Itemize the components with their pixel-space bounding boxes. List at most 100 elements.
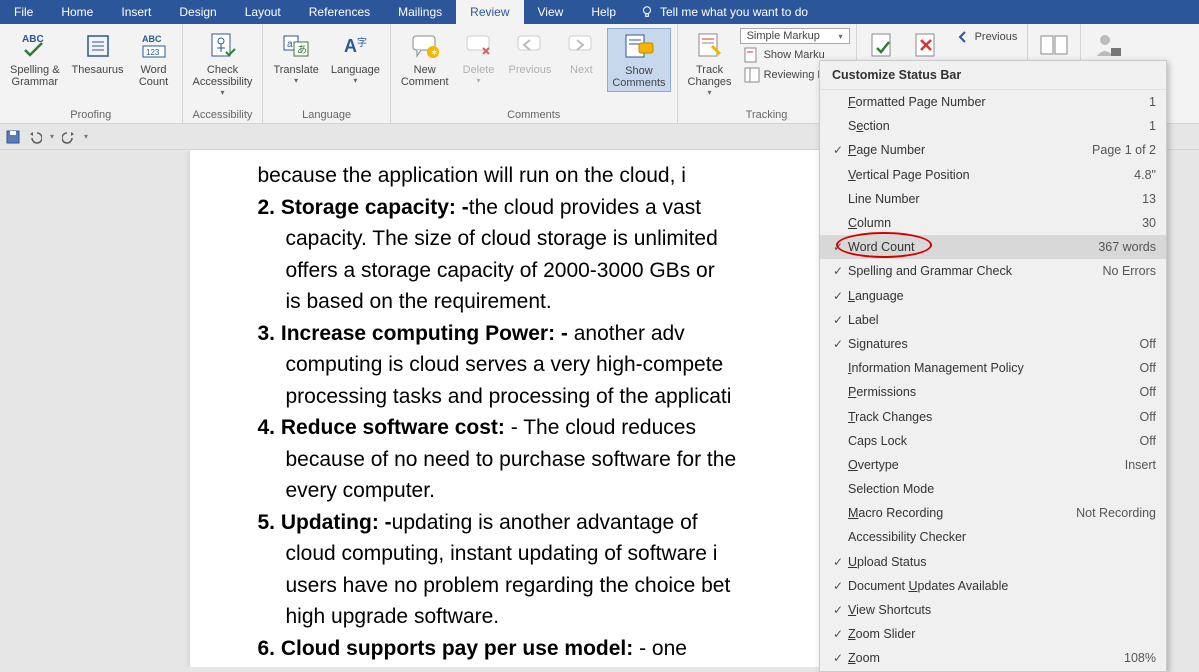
undo-icon[interactable] (28, 130, 42, 144)
next-comment-button[interactable]: Next (559, 28, 603, 78)
status-bar-context-menu: Customize Status Bar Formatted Page Numb… (819, 60, 1167, 672)
delete-comment-button[interactable]: Delete ▾ (457, 28, 501, 87)
statusbar-item-label[interactable]: ✓Label (820, 308, 1166, 332)
tab-design[interactable]: Design (165, 0, 230, 24)
word-count-button[interactable]: ABC123 Word Count (132, 28, 176, 90)
statusbar-item-information-management-policy[interactable]: Information Management PolicyOff (820, 356, 1166, 380)
tab-view[interactable]: View (524, 0, 578, 24)
statusbar-item-upload-status[interactable]: ✓Upload Status (820, 550, 1166, 574)
show-markup-icon (744, 47, 760, 63)
tab-review[interactable]: Review (456, 0, 523, 24)
statusbar-item-zoom-slider[interactable]: ✓Zoom Slider (820, 622, 1166, 646)
translate-label: Translate (273, 64, 318, 76)
statusbar-item-language[interactable]: ✓Language (820, 284, 1166, 308)
qat-customize-icon[interactable]: ▾ (84, 132, 88, 141)
tab-insert[interactable]: Insert (107, 0, 165, 24)
item-value: 13 (1142, 192, 1156, 206)
tell-me[interactable]: Tell me what you want to do (630, 5, 818, 19)
accept-icon (867, 30, 899, 62)
statusbar-item-track-changes[interactable]: Track ChangesOff (820, 404, 1166, 428)
item-label: Zoom (848, 651, 1124, 665)
statusbar-item-vertical-page-position[interactable]: Vertical Page Position4.8" (820, 163, 1166, 187)
item-label: Permissions (848, 385, 1140, 399)
item-value: Off (1140, 410, 1156, 424)
thesaurus-label: Thesaurus (72, 64, 124, 76)
language-button[interactable]: A字 Language ▾ (327, 28, 384, 87)
svg-text:✶: ✶ (430, 48, 438, 59)
previous-comment-button[interactable]: Previous (505, 28, 556, 78)
new-comment-icon: ✶ (409, 30, 441, 62)
item-label: Track Changes (848, 410, 1140, 424)
item-value: Insert (1125, 458, 1156, 472)
spelling-label: Spelling & Grammar (10, 64, 60, 88)
previous-change-button[interactable]: Previous (951, 28, 1022, 46)
next-comment-icon (565, 30, 597, 62)
tab-help[interactable]: Help (577, 0, 630, 24)
item-value: 4.8" (1134, 168, 1156, 182)
group-accessibility: Check Accessibility ▾ Accessibility (183, 24, 264, 123)
statusbar-item-line-number[interactable]: Line Number13 (820, 187, 1166, 211)
item-label: Zoom Slider (848, 627, 1156, 641)
compare-icon (1038, 30, 1070, 62)
spelling-grammar-button[interactable]: ABC Spelling & Grammar (6, 28, 64, 90)
statusbar-item-accessibility-checker[interactable]: Accessibility Checker (820, 525, 1166, 549)
thesaurus-icon (82, 30, 114, 62)
statusbar-item-section[interactable]: Section1 (820, 114, 1166, 138)
item-label: Section (848, 119, 1149, 133)
markup-value: Simple Markup (747, 30, 820, 42)
menu-bar: File Home Insert Design Layout Reference… (0, 0, 1199, 24)
statusbar-item-document-updates-available[interactable]: ✓Document Updates Available (820, 574, 1166, 598)
dropdown-icon: ▾ (220, 88, 224, 97)
tab-home[interactable]: Home (47, 0, 107, 24)
check-accessibility-button[interactable]: Check Accessibility ▾ (189, 28, 257, 99)
group-comments: ✶ New Comment Delete ▾ Previous Next Sho… (391, 24, 678, 123)
statusbar-item-permissions[interactable]: PermissionsOff (820, 380, 1166, 404)
statusbar-item-overtype[interactable]: OvertypeInsert (820, 453, 1166, 477)
redo-icon[interactable] (62, 130, 76, 144)
statusbar-item-selection-mode[interactable]: Selection Mode (820, 477, 1166, 501)
statusbar-item-spelling-and-grammar-check[interactable]: ✓Spelling and Grammar CheckNo Errors (820, 259, 1166, 283)
track-changes-button[interactable]: Track Changes ▾ (684, 28, 736, 99)
item-label: Formatted Page Number (848, 95, 1149, 109)
item-value: Off (1140, 361, 1156, 375)
new-comment-button[interactable]: ✶ New Comment (397, 28, 453, 90)
tab-references[interactable]: References (295, 0, 384, 24)
accessibility-icon (206, 30, 238, 62)
item-value: 367 words (1098, 240, 1156, 254)
item-label: Overtype (848, 458, 1125, 472)
statusbar-item-signatures[interactable]: ✓SignaturesOff (820, 332, 1166, 356)
group-tracking-label: Tracking (746, 109, 788, 123)
bulb-icon (640, 5, 654, 19)
statusbar-item-view-shortcuts[interactable]: ✓View Shortcuts (820, 598, 1166, 622)
item-value: Off (1140, 434, 1156, 448)
check-icon: ✓ (828, 313, 848, 327)
show-comments-label: Show Comments (612, 65, 665, 89)
statusbar-item-macro-recording[interactable]: Macro RecordingNot Recording (820, 501, 1166, 525)
group-comments-label: Comments (507, 109, 560, 123)
item-label: Accessibility Checker (848, 530, 1156, 544)
translate-button[interactable]: aあ Translate ▾ (269, 28, 322, 87)
undo-dropdown-icon[interactable]: ▾ (50, 132, 54, 141)
check-icon: ✓ (828, 240, 848, 254)
statusbar-item-formatted-page-number[interactable]: Formatted Page Number1 (820, 90, 1166, 114)
statusbar-item-caps-lock[interactable]: Caps LockOff (820, 429, 1166, 453)
statusbar-item-column[interactable]: Column30 (820, 211, 1166, 235)
markup-dropdown[interactable]: Simple Markup ▾ (740, 28, 850, 44)
item-label: Label (848, 313, 1156, 327)
item-label: Word Count (848, 240, 1098, 254)
check-icon: ✓ (828, 143, 848, 157)
check-icon: ✓ (828, 651, 848, 665)
statusbar-item-page-number[interactable]: ✓Page NumberPage 1 of 2 (820, 138, 1166, 162)
show-comments-button[interactable]: Show Comments (607, 28, 670, 92)
thesaurus-button[interactable]: Thesaurus (68, 28, 128, 78)
reject-icon (911, 30, 943, 62)
tab-layout[interactable]: Layout (231, 0, 295, 24)
tab-file[interactable]: File (0, 0, 47, 24)
save-icon[interactable] (6, 130, 20, 144)
tab-mailings[interactable]: Mailings (384, 0, 456, 24)
previous-change-icon (955, 29, 971, 45)
item-label: Caps Lock (848, 434, 1140, 448)
statusbar-item-word-count[interactable]: ✓Word Count367 words (820, 235, 1166, 259)
check-icon: ✓ (828, 289, 848, 303)
delete-comment-icon (463, 30, 495, 62)
